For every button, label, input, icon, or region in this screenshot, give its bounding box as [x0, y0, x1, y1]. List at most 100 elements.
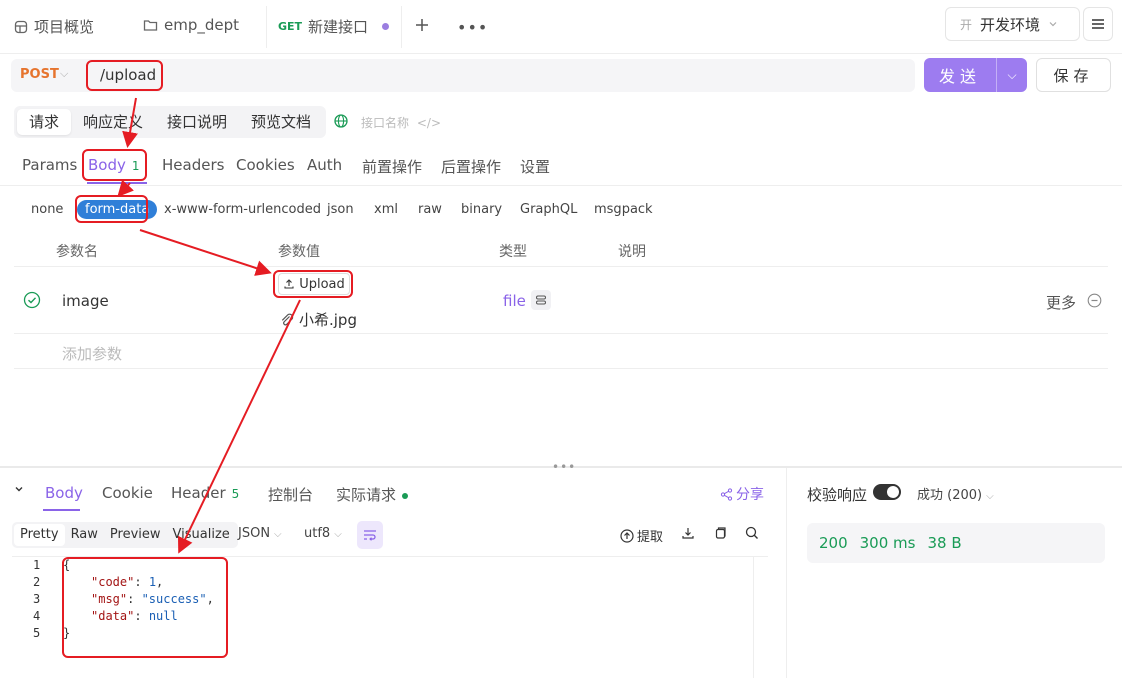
attached-file[interactable]: 小希.jpg [279, 309, 357, 330]
body-type-xml[interactable]: xml [374, 202, 398, 217]
extract-label: 提取 [637, 530, 664, 545]
tab-new-api[interactable]: GET 新建接口 [278, 16, 390, 37]
tab-settings[interactable]: 设置 [520, 156, 550, 177]
environment-select[interactable]: 开 开发环境 [945, 7, 1080, 41]
api-name-placeholder: 接口名称 [361, 116, 410, 130]
download-icon[interactable] [681, 526, 695, 544]
word-wrap-button[interactable] [357, 521, 383, 549]
response-status-summary: 200 300 ms 38 B [807, 523, 1105, 563]
send-button[interactable]: 发送 ⌵ [924, 58, 1027, 92]
param-name-cell[interactable]: image [62, 292, 109, 310]
menu-button[interactable] [1083, 7, 1113, 41]
arrow-upload-to-response [177, 299, 301, 554]
resp-tab-cookie[interactable]: Cookie [102, 484, 153, 502]
col-header-type: 类型 [499, 244, 527, 260]
method-badge: GET [278, 20, 303, 33]
body-type-urlencoded[interactable]: x-www-form-urlencoded [164, 202, 321, 217]
save-button[interactable]: 保存 [1036, 58, 1111, 92]
extract-button[interactable]: 提取 [620, 526, 663, 545]
active-tab-underline [87, 182, 147, 184]
col-header-name: 参数名 [56, 244, 98, 260]
row-divider [14, 368, 1108, 369]
editor-scrollbar[interactable] [753, 556, 768, 678]
tab-post-actions[interactable]: 后置操作 [441, 156, 501, 177]
verify-toggle[interactable] [873, 484, 901, 500]
body-type-binary[interactable]: binary [461, 202, 502, 217]
method-select[interactable]: POST [20, 67, 59, 82]
more-link[interactable]: 更多 [1046, 292, 1076, 313]
resp-tab-actual-request[interactable]: 实际请求 [336, 484, 409, 505]
box-icon [14, 20, 28, 33]
search-icon[interactable] [745, 526, 759, 544]
status-code: 200 [819, 534, 848, 552]
tab-emp-dept[interactable]: emp_dept [143, 16, 239, 34]
add-param-input[interactable]: 添加参数 [62, 343, 122, 364]
wrap-icon [364, 530, 376, 541]
more-tabs-icon[interactable]: ••• [457, 18, 488, 37]
resp-tab-header-label: Header [171, 484, 226, 502]
share-button[interactable]: 分享 [720, 484, 764, 504]
fmt-pretty[interactable]: Pretty [14, 524, 65, 546]
env-tag: 开 [960, 17, 973, 32]
annotation-box-url [86, 60, 163, 91]
body-type-graphql[interactable]: GraphQL [520, 202, 577, 217]
tab-project-overview[interactable]: 项目概览 [14, 16, 94, 37]
tab-label: 项目概览 [34, 18, 95, 36]
env-label: 开发环境 [980, 15, 1041, 34]
type-settings-icon[interactable] [531, 290, 551, 310]
annotation-box-upload [273, 270, 353, 298]
body-type-json[interactable]: json [327, 202, 354, 217]
tab-params[interactable]: Params [22, 156, 77, 174]
col-header-value: 参数值 [278, 244, 320, 260]
globe-icon[interactable] [334, 114, 348, 132]
tab-cookies[interactable]: Cookies [236, 156, 295, 174]
resp-tab-actual-label: 实际请求 [336, 486, 397, 504]
body-type-msgpack[interactable]: msgpack [594, 202, 653, 217]
tab-headers[interactable]: Headers [162, 156, 224, 174]
copy-icon[interactable] [713, 526, 727, 544]
format-value: JSON [238, 526, 271, 541]
resp-tab-console[interactable]: 控制台 [268, 484, 313, 505]
format-select[interactable]: JSON ⌵ [238, 526, 282, 541]
tab-label: 新建接口 [308, 18, 369, 36]
line-number: 1 [33, 558, 41, 572]
format-tabs: Pretty Raw Preview Visualize [12, 522, 238, 548]
unsaved-dot [382, 23, 390, 30]
enabled-check-icon[interactable] [23, 291, 41, 313]
param-type-select[interactable]: file [503, 292, 526, 310]
remove-row-icon[interactable] [1087, 293, 1102, 312]
fmt-preview[interactable]: Preview [104, 524, 167, 546]
seg-api-doc[interactable]: 接口说明 [155, 109, 239, 135]
fmt-visualize[interactable]: Visualize [167, 524, 236, 546]
body-type-none[interactable]: none [31, 202, 63, 217]
paperclip-icon [281, 313, 294, 325]
verify-result-value: 成功 (200) [917, 488, 983, 503]
response-size: 38 B [927, 534, 962, 552]
seg-request[interactable]: 请求 [17, 109, 72, 135]
resp-tab-body[interactable]: Body [45, 484, 83, 502]
api-name-input[interactable]: 接口名称 </> [361, 114, 441, 131]
encoding-value: utf8 [304, 526, 331, 541]
chevron-down-icon: ⌵ [60, 67, 69, 80]
tab-auth[interactable]: Auth [307, 156, 342, 174]
response-time: 300 ms [859, 534, 916, 552]
fmt-raw[interactable]: Raw [65, 524, 104, 546]
send-label: 发送 [938, 67, 981, 86]
header-count-badge: 5 [231, 487, 240, 501]
chevron-down-icon[interactable]: ⌵ [997, 68, 1027, 83]
body-type-raw[interactable]: raw [418, 202, 442, 217]
verify-result-select[interactable]: 成功 (200) ⌵ [917, 484, 994, 503]
status-dot [402, 492, 409, 499]
encoding-select[interactable]: utf8 ⌵ [304, 526, 342, 541]
collapse-chevron-icon[interactable] [14, 483, 24, 497]
resp-tab-header[interactable]: Header 5 [171, 484, 239, 502]
response-panel-divider[interactable] [786, 468, 787, 678]
request-segment-tabs: 请求 响应定义 接口说明 预览文档 [14, 106, 327, 138]
tab-pre-actions[interactable]: 前置操作 [362, 156, 422, 177]
drag-handle-icon[interactable]: ••• [552, 460, 576, 474]
add-tab-button[interactable] [414, 17, 430, 37]
tabs-divider [0, 185, 1122, 186]
seg-response-def[interactable]: 响应定义 [71, 109, 155, 135]
row-divider [14, 333, 1108, 334]
seg-preview-doc[interactable]: 预览文档 [239, 109, 323, 135]
